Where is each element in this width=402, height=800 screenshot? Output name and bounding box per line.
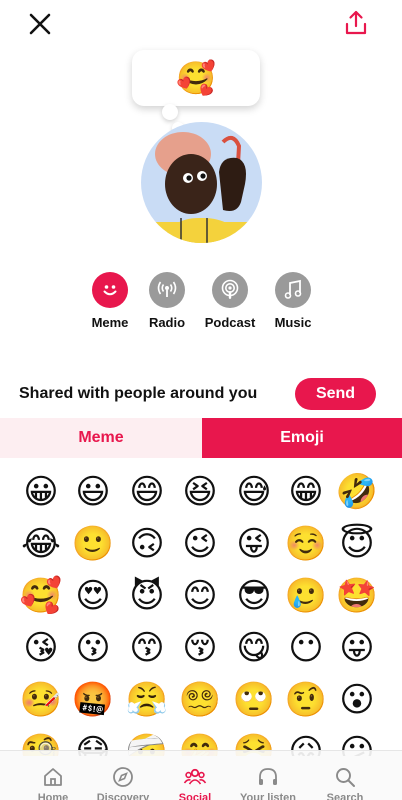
emoji-cell[interactable]: 😅 <box>228 466 280 518</box>
tab-emoji[interactable]: Emoji <box>202 418 402 458</box>
mode-podcast[interactable]: Podcast <box>200 272 260 330</box>
top-bar <box>0 0 402 48</box>
emoji-cell[interactable]: 😉 <box>174 518 226 570</box>
music-note-icon <box>275 272 311 308</box>
tab-bar: Meme Emoji <box>0 418 402 458</box>
mode-meme[interactable]: Meme <box>80 272 140 330</box>
close-icon[interactable] <box>26 10 54 38</box>
emoji-cell[interactable]: 😛 <box>331 622 383 674</box>
mode-radio[interactable]: Radio <box>137 272 197 330</box>
compass-icon <box>113 767 133 787</box>
search-icon <box>336 768 355 787</box>
mode-selector: Meme Radio Podcast Music <box>80 272 330 332</box>
nav-your-listen[interactable]: Your listen <box>230 765 306 800</box>
emoji-bubble: 🥰 <box>132 50 260 106</box>
emoji-cell[interactable]: 🤬 <box>67 674 119 726</box>
emoji-cell[interactable]: 🙃 <box>121 518 173 570</box>
nav-label: Social <box>178 792 212 800</box>
bubble-tail <box>162 104 178 120</box>
nav-label: Your listen <box>239 792 297 800</box>
bottom-nav: Home Discovery Social Your listen Search <box>0 750 402 800</box>
smiley-icon <box>92 272 128 308</box>
nav-label: Search <box>326 792 364 800</box>
broadcast-icon <box>149 272 185 308</box>
emoji-cell[interactable]: 🤩 <box>331 570 383 622</box>
emoji-cell[interactable]: 😆 <box>174 466 226 518</box>
emoji-cell[interactable]: 😤 <box>121 674 173 726</box>
emoji-grid: 😀 😃 😄 😆 😅 😁 🤣 😂 🙂 🙃 😉 😜 ☺️ 😇 🥰 😍 😈 😊 😎 🥲 🤩 😘 😗 😙 😚 😋 😶 😛 🤒 🤬 😤 😵‍💫 🙄 🤨 😮 🧐 😷… <box>0 466 402 756</box>
mode-label: Music <box>274 315 312 330</box>
emoji-cell[interactable]: 🤨 <box>280 674 332 726</box>
nav-label: Home <box>37 792 69 800</box>
nav-label: Discovery <box>96 792 150 800</box>
headphones-icon <box>259 768 277 785</box>
emoji-cell[interactable]: 😁 <box>280 466 332 518</box>
emoji-cell[interactable]: 🤒 <box>15 674 67 726</box>
mode-label: Podcast <box>204 315 256 330</box>
emoji-cell[interactable]: 🙄 <box>228 674 280 726</box>
emoji-cell[interactable]: ☺️ <box>280 518 332 570</box>
bubble-emoji: 🥰 <box>176 59 216 97</box>
emoji-cell[interactable]: 😇 <box>331 518 383 570</box>
emoji-cell[interactable]: 😃 <box>67 466 119 518</box>
emoji-cell[interactable]: 🙂 <box>67 518 119 570</box>
emoji-cell[interactable]: 🥲 <box>280 570 332 622</box>
emoji-cell[interactable]: 😎 <box>228 570 280 622</box>
shared-row: Shared with people around you Send <box>0 378 402 412</box>
emoji-cell[interactable]: 😄 <box>121 466 173 518</box>
emoji-cell[interactable]: 😚 <box>174 622 226 674</box>
send-button[interactable]: Send <box>295 378 376 410</box>
emoji-cell[interactable]: 🥰 <box>15 570 67 622</box>
mode-label: Meme <box>91 315 129 330</box>
emoji-cell[interactable]: 😂 <box>15 518 67 570</box>
emoji-cell[interactable]: 😍 <box>67 570 119 622</box>
emoji-cell[interactable]: 😮 <box>331 674 383 726</box>
emoji-cell[interactable]: 😗 <box>67 622 119 674</box>
nav-discovery[interactable]: Discovery <box>85 765 161 800</box>
emoji-cell[interactable]: 😀 <box>15 466 67 518</box>
emoji-cell[interactable]: 😵‍💫 <box>174 674 226 726</box>
emoji-cell[interactable]: 😶 <box>280 622 332 674</box>
podcast-icon <box>212 272 248 308</box>
people-icon <box>183 768 207 785</box>
emoji-cell[interactable]: 🤣 <box>331 466 383 518</box>
emoji-cell[interactable]: 😜 <box>228 518 280 570</box>
home-icon <box>44 768 62 786</box>
nav-home[interactable]: Home <box>15 765 91 800</box>
emoji-cell[interactable]: 😋 <box>228 622 280 674</box>
share-upload-icon[interactable] <box>342 9 370 37</box>
nav-social[interactable]: Social <box>157 765 233 800</box>
emoji-cell[interactable]: 😊 <box>174 570 226 622</box>
avatar <box>141 122 262 243</box>
mode-label: Radio <box>148 315 186 330</box>
shared-label: Shared with people around you <box>19 385 258 402</box>
emoji-cell[interactable]: 😙 <box>121 622 173 674</box>
mode-music[interactable]: Music <box>263 272 323 330</box>
nav-search[interactable]: Search <box>307 765 383 800</box>
tab-meme[interactable]: Meme <box>0 418 202 458</box>
emoji-cell[interactable]: 😈 <box>121 570 173 622</box>
emoji-cell[interactable]: 😘 <box>15 622 67 674</box>
